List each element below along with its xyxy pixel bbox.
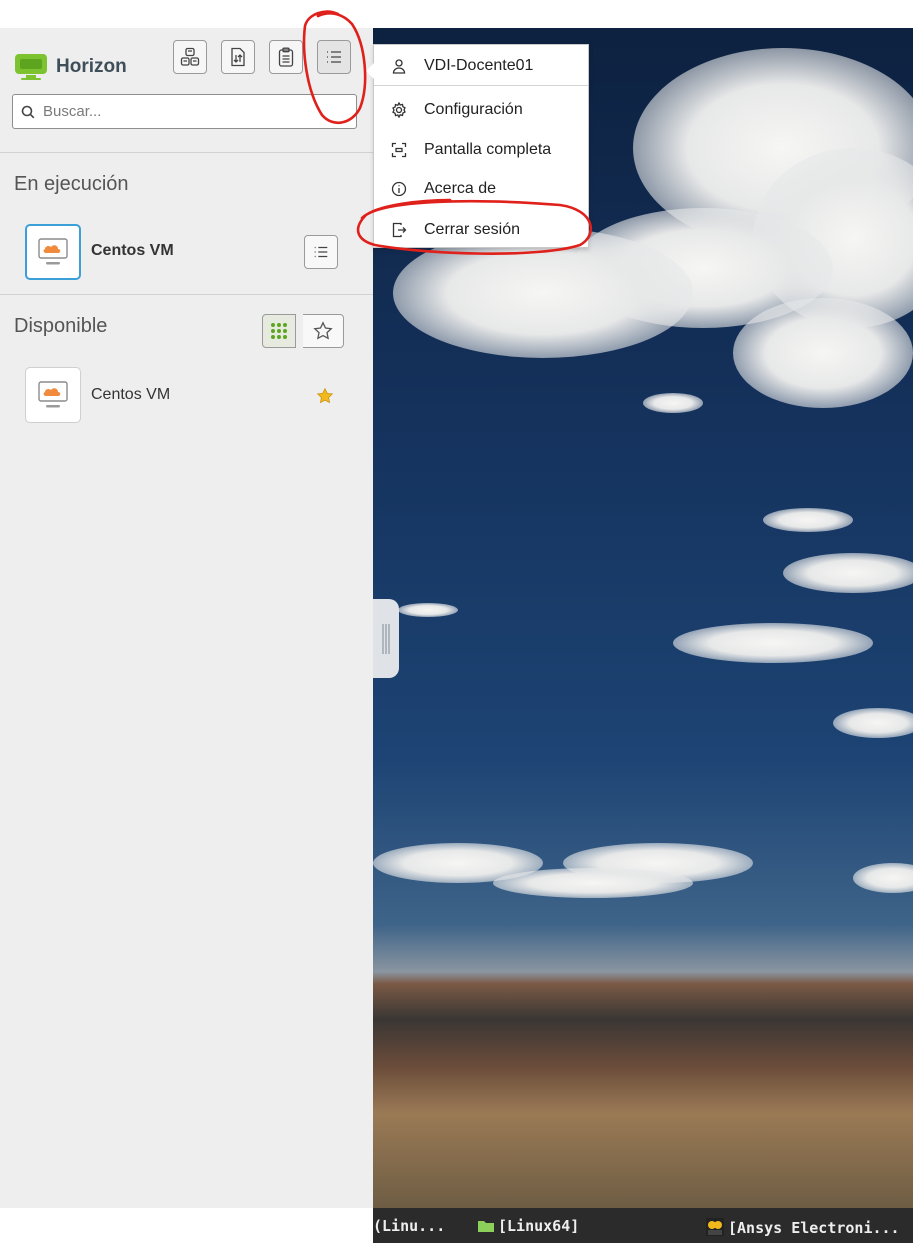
running-vm-name[interactable]: Centos VM [91,242,174,260]
grip-lines-icon [382,623,390,654]
menu-item-acerca-de[interactable]: Acerca de [374,170,588,208]
available-heading: Disponible [14,315,108,337]
file-transfer-button[interactable] [221,40,255,74]
ansys-edt-icon [706,1218,724,1236]
usb-devices-button[interactable] [173,40,207,74]
menu-item-label: Cerrar sesión [424,221,521,238]
user-menu-dropdown: VDI-Docente01 Configuración Pantalla com… [366,44,589,249]
vm-desktop-icon [38,381,68,408]
available-vm-name[interactable]: Centos VM [91,386,170,404]
remote-taskbar: (Linu... [Linux64] [Ansys Electroni... [373,1208,913,1243]
menu-item-label: Configuración [424,101,523,118]
taskbar-item-ansys[interactable]: [Ansys Electroni... [705,1217,900,1237]
menu-list-icon [314,246,328,258]
logout-icon [392,222,407,238]
sidebar-collapse-handle[interactable] [373,599,399,678]
horizon-sidebar: Horizon En ejecución [0,28,374,1208]
running-vm-tile[interactable] [25,224,81,280]
vm-desktop-icon [38,238,68,265]
menu-item-cerrar-sesion[interactable]: Cerrar sesión [374,211,588,249]
taskbar-item-label: [Ansys Electroni... [728,1219,900,1237]
search-box[interactable] [12,94,357,129]
star-outline-icon [313,321,333,340]
favorites-filter-button[interactable] [303,314,344,348]
fullscreen-icon [391,142,407,158]
search-input[interactable] [41,102,345,121]
available-vm-tile[interactable] [25,367,81,423]
info-icon [391,181,407,197]
menu-item-pantalla-completa[interactable]: Pantalla completa [374,131,588,169]
horizon-logo: Horizon [14,53,127,81]
favorite-star-icon[interactable] [316,387,334,405]
monitor-logo-icon [15,54,47,80]
menu-item-label: Acerca de [424,180,497,197]
app-title: Horizon [56,56,127,77]
taskbar-item-label: [Linux64] [498,1217,580,1235]
taskbar-item[interactable]: (Linu... [373,1217,445,1235]
clipboard-button[interactable] [269,40,303,74]
menu-caret [366,63,374,79]
grid-view-button[interactable] [262,314,296,348]
file-transfer-icon [231,47,245,67]
user-icon [392,59,406,74]
menu-button[interactable] [317,40,351,74]
menu-separator [374,85,588,86]
folder-icon [478,1221,494,1232]
search-icon [21,105,35,118]
running-heading: En ejecución [14,173,129,195]
menu-list-icon [327,51,341,63]
menu-user: VDI-Docente01 [374,47,588,85]
taskbar-item-linux64[interactable]: [Linux64] [477,1217,579,1235]
menu-item-configuracion[interactable]: Configuración [374,91,588,129]
running-vm-options-button[interactable] [304,235,338,269]
menu-item-label: Pantalla completa [424,141,552,158]
menu-user-name: VDI-Docente01 [424,57,534,74]
gear-icon [392,102,406,118]
grid-icon [271,323,287,339]
usb-devices-icon [180,47,200,66]
divider [0,152,373,153]
divider [0,294,373,295]
clipboard-icon [278,47,294,67]
